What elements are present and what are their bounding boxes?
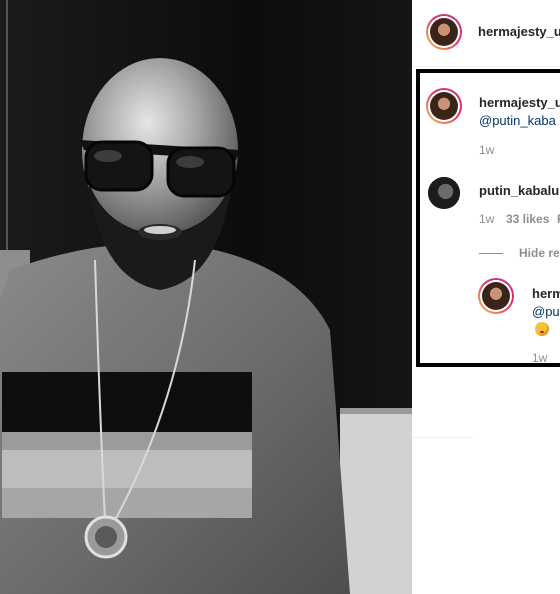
section-divider	[412, 437, 474, 438]
post-photo[interactable]	[0, 0, 412, 594]
post-header: hermajesty_u	[412, 0, 560, 67]
author-avatar[interactable]	[426, 14, 462, 50]
highlight-box	[416, 69, 560, 367]
author-username[interactable]: hermajesty_u	[478, 24, 560, 39]
